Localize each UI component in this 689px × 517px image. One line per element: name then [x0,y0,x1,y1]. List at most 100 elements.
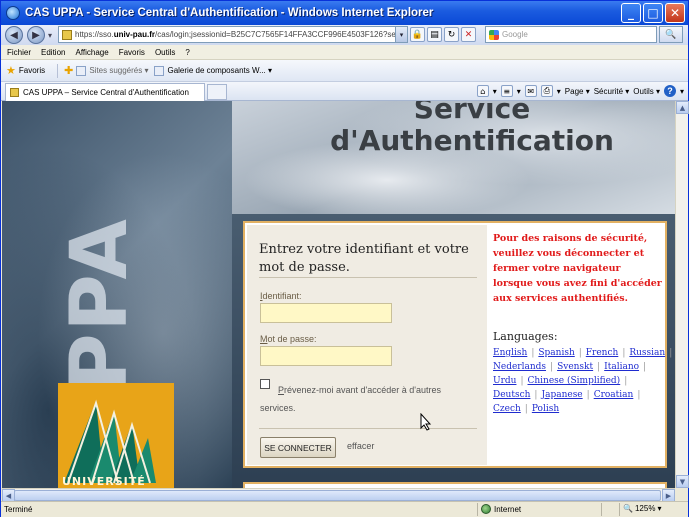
language-row: Urdu | Chinese (Simplified) | [493,376,628,386]
close-button[interactable]: ✕ [665,3,685,23]
status-separator [619,503,620,516]
password-field[interactable] [260,346,392,366]
scroll-corner [675,488,688,501]
gallery-link[interactable]: Galerie de composants W... ▾ [167,66,272,75]
lang-link-deutsch[interactable]: Deutsch [493,390,530,400]
address-bar[interactable]: https://sso. univ-pau.fr/cas/login;jsessi… [58,26,408,43]
refresh-icon[interactable]: ↻ [444,27,459,42]
lang-link-croatian[interactable]: Croatian [594,390,634,400]
tab-cas-uppa[interactable]: CAS UPPA – Service Central d'Authentific… [5,83,205,101]
title-bar: CAS UPPA - Service Central d'Authentific… [1,1,688,25]
tab-page-icon [10,88,19,97]
suggested-sites-link[interactable]: Sites suggérés ▾ [89,66,148,75]
search-placeholder: Google [502,30,528,39]
tab-row: CAS UPPA – Service Central d'Authentific… [1,82,688,101]
menu-view[interactable]: Affichage [75,48,108,57]
login-panel: Entrez votre identifiant et votre mot de… [243,221,672,468]
lang-link-nederlands[interactable]: Nederlands [493,362,546,372]
username-field[interactable] [260,303,392,323]
lang-link-russian[interactable]: Russian [629,348,665,358]
menu-favorites[interactable]: Favoris [119,48,145,57]
url-prefix: https://sso. [75,30,114,39]
lang-link-french[interactable]: French [586,348,619,358]
tools-menu[interactable]: Outils ▾ [633,87,660,96]
stop-icon[interactable]: ✕ [461,27,476,42]
address-dropdown-icon[interactable]: ▾ [395,27,407,42]
lang-link-english[interactable]: English [493,348,527,358]
new-tab-button[interactable] [207,84,227,100]
login-divider [259,277,477,278]
zoom-icon: 🔍 [623,504,633,513]
lock-icon[interactable]: 🔒 [410,27,425,42]
username-label: Identifiant: [260,291,302,301]
favorites-button[interactable]: Favoris [19,66,45,75]
lang-link-japanese[interactable]: Japanese [541,390,582,400]
page-menu[interactable]: Page ▾ [565,87,590,96]
status-bar: Terminé Internet 🔍 125% ▾ [1,501,688,517]
feeds-icon[interactable]: ≡ [500,85,513,97]
menu-file[interactable]: Fichier [7,48,31,57]
lang-link-italiano[interactable]: Italiano [604,362,639,372]
history-dropdown-icon[interactable]: ▾ [48,31,52,40]
browser-window: CAS UPPA - Service Central d'Authentific… [0,0,689,517]
security-zone[interactable]: Internet [481,504,521,514]
minimize-button[interactable]: _ [621,3,641,23]
zoom-dropdown-icon[interactable]: ▾ [657,504,661,513]
search-button[interactable]: 🔍 [659,26,683,43]
clear-link[interactable]: effacer [347,441,374,451]
internet-globe-icon [481,504,491,514]
scroll-down-button[interactable]: ▼ [676,475,689,488]
top-banner: Service d'Authentification [232,101,675,214]
lang-link-svenskt[interactable]: Svenskt [557,362,593,372]
window-title: CAS UPPA - Service Central d'Authentific… [25,7,434,19]
ie-app-icon [6,6,20,20]
lang-link-polish[interactable]: Polish [532,404,559,414]
forward-button[interactable]: ▶ [27,26,45,44]
password-label: Mot de passe: [260,334,317,344]
menu-tools[interactable]: Outils [155,48,175,57]
favorites-bar: ★ Favoris ✚ Sites suggérés ▾ Galerie de … [1,60,688,82]
login-title: Entrez votre identifiant et votre mot de… [259,242,469,275]
print-icon[interactable]: ⎙ [540,85,553,97]
zoom-level: 125% [634,504,656,513]
home-icon[interactable]: ⌂ [476,85,489,97]
maximize-button[interactable]: □ [643,3,663,23]
zoom-control[interactable]: 🔍 125% ▾ [623,504,661,513]
search-field[interactable]: Google [485,26,657,43]
lang-link-spanish[interactable]: Spanish [538,348,574,358]
languages-title: Languages: [493,330,558,343]
lang-link-chinese[interactable]: Chinese (Simplified) [528,376,621,386]
feeds-dropdown-icon[interactable]: ▾ [517,87,521,96]
status-separator [601,503,602,516]
lang-link-czech[interactable]: Czech [493,404,521,414]
favbar-separator [57,63,59,78]
lang-link-urdu[interactable]: Urdu [493,376,516,386]
scroll-up-button[interactable]: ▲ [676,101,689,114]
home-dropdown-icon[interactable]: ▾ [493,87,497,96]
help-dropdown-icon[interactable]: ▾ [680,87,684,96]
print-dropdown-icon[interactable]: ▾ [557,87,561,96]
university-text: UNIVERSITÉ [62,475,146,488]
suggested-sites-icon [76,65,87,76]
address-icons: 🔒 ▤ ↻ ✕ [410,27,476,42]
hero-title-line1: Service [413,101,531,125]
help-icon[interactable]: ? [663,85,676,97]
favorites-star-icon[interactable]: ★ [6,64,16,77]
mouse-cursor-icon [420,413,432,431]
back-button[interactable]: ◀ [5,26,23,44]
menu-help[interactable]: ? [185,48,189,57]
horizontal-scrollbar[interactable]: ◀ ▶ [2,488,675,502]
vertical-scrollbar[interactable]: ▲ ▼ [675,101,689,488]
submit-button[interactable]: SE CONNECTER [260,437,336,458]
command-bar: ⌂ ▾ ≡ ▾ ✉ ⎙ ▾ Page ▾ Sécurité ▾ Outils ▾… [476,85,684,97]
mail-icon[interactable]: ✉ [524,85,537,97]
add-favorite-icon[interactable]: ✚ [64,64,73,77]
login-form: Entrez votre identifiant et votre mot de… [247,225,487,465]
horizontal-scroll-thumb[interactable] [14,490,661,501]
language-row: Nederlands | Svenskt | Italiano | [493,362,647,372]
menu-edit[interactable]: Edition [41,48,65,57]
compatibility-icon[interactable]: ▤ [427,27,442,42]
tab-label: CAS UPPA – Service Central d'Authentific… [23,88,189,97]
security-menu[interactable]: Sécurité ▾ [594,87,630,96]
language-list: English | Spanish | French | Russian | Nederlan… [493,346,672,416]
